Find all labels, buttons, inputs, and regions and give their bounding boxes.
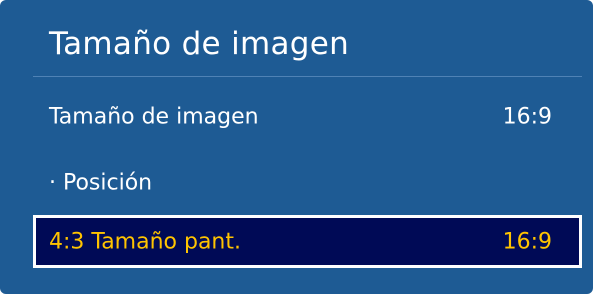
menu-title: Tamaño de imagen — [49, 26, 350, 62]
menu-item-value: 16:9 — [502, 229, 552, 254]
menu-item-label: · Posición — [49, 170, 153, 196]
menu-item-label: Tamaño de imagen — [49, 104, 259, 130]
picture-size-menu-panel: Tamaño de imagen Tamaño de imagen 16:9 ·… — [0, 0, 593, 294]
menu-item-4-3-screen-size[interactable]: 4:3 Tamaño pant. 16:9 — [33, 215, 582, 268]
title-divider — [33, 76, 582, 77]
menu-item-value: 16:9 — [502, 104, 552, 130]
menu-item-label: 4:3 Tamaño pant. — [49, 229, 241, 254]
menu-item-picture-size[interactable]: Tamaño de imagen 16:9 — [33, 92, 582, 142]
menu-item-position[interactable]: · Posición — [33, 158, 582, 208]
